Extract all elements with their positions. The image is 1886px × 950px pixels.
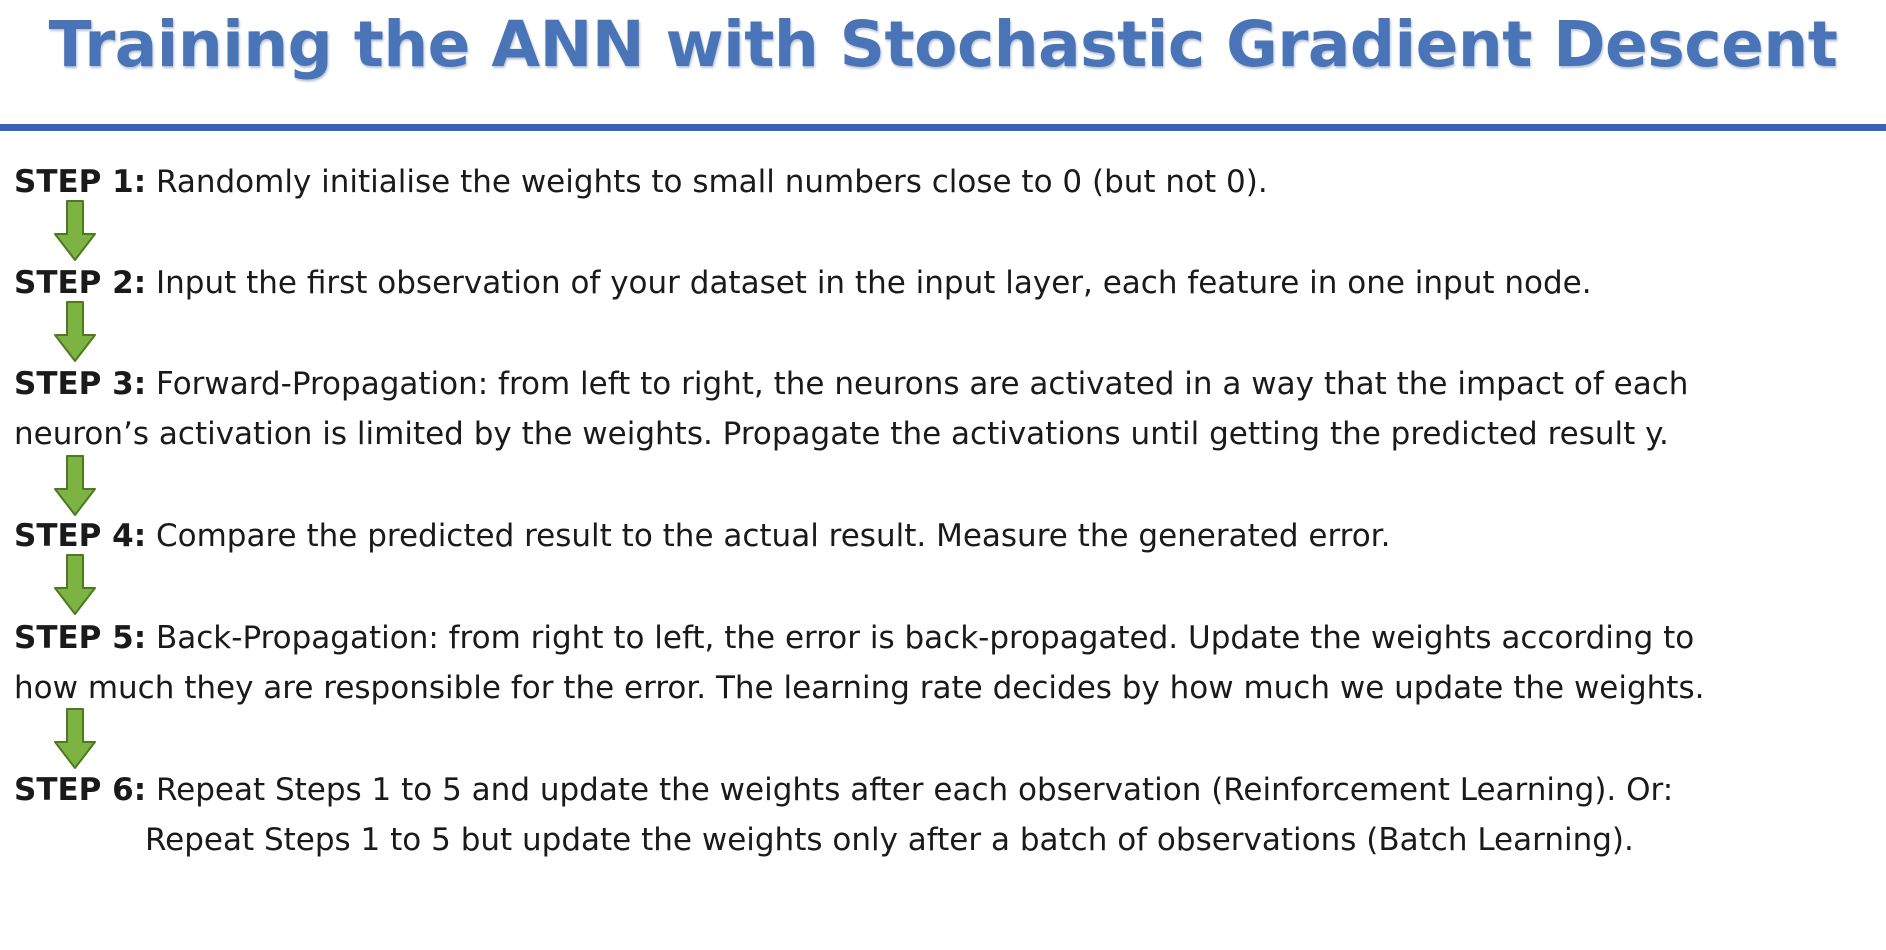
step-text: Back-Propagation: from right to left, th…	[146, 620, 1695, 656]
step-text: Input the first observation of your data…	[146, 265, 1592, 301]
down-arrow-icon	[54, 708, 96, 769]
step-2: STEP 2: Input the first observation of y…	[14, 258, 1874, 308]
down-arrow-icon	[54, 301, 96, 362]
slide: Training the ANN with Stochastic Gradien…	[0, 0, 1886, 950]
step-text: Compare the predicted result to the actu…	[146, 518, 1391, 554]
step-4: STEP 4: Compare the predicted result to …	[14, 511, 1874, 561]
step-label: STEP 3:	[14, 366, 147, 402]
step-label: STEP 5:	[14, 620, 147, 656]
step-line: STEP 6: Repeat Steps 1 to 5 and update t…	[14, 765, 1874, 815]
step-line: STEP 5: Back-Propagation: from right to …	[14, 613, 1874, 663]
step-text: Forward-Propagation: from left to right,…	[146, 366, 1689, 402]
title-divider	[0, 124, 1886, 131]
step-3: STEP 3: Forward-Propagation: from left t…	[14, 359, 1874, 459]
step-label: STEP 1:	[14, 164, 147, 200]
step-text-continued: Repeat Steps 1 to 5 but update the weigh…	[145, 822, 1634, 858]
step-label: STEP 2:	[14, 265, 147, 301]
step-text: Randomly initialise the weights to small…	[146, 164, 1268, 200]
step-label: STEP 4:	[14, 518, 147, 554]
step-text: Repeat Steps 1 to 5 and update the weigh…	[146, 772, 1674, 808]
step-line: STEP 3: Forward-Propagation: from left t…	[14, 359, 1874, 409]
down-arrow-icon	[54, 455, 96, 516]
down-arrow-icon	[54, 554, 96, 615]
down-arrow-icon	[54, 200, 96, 261]
step-5: STEP 5: Back-Propagation: from right to …	[14, 613, 1874, 713]
step-1: STEP 1: Randomly initialise the weights …	[14, 157, 1874, 207]
step-text-continued: neuron’s activation is limited by the we…	[14, 416, 1669, 452]
step-6: STEP 6: Repeat Steps 1 to 5 and update t…	[14, 765, 1874, 865]
slide-title: Training the ANN with Stochastic Gradien…	[48, 8, 1838, 81]
step-label: STEP 6:	[14, 772, 147, 808]
step-text-continued: how much they are responsible for the er…	[14, 670, 1705, 706]
